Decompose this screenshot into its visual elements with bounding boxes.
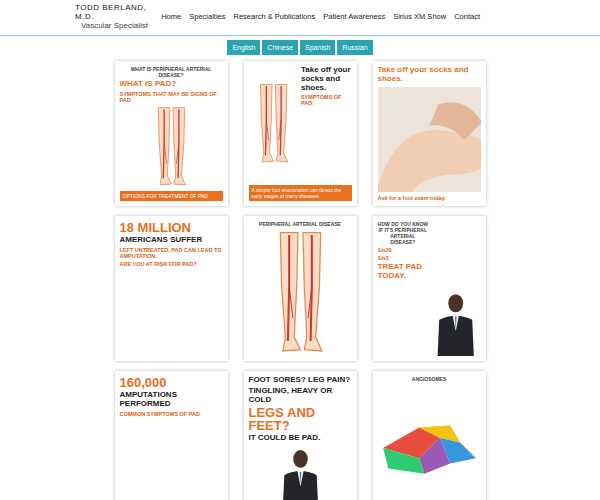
poster-texts: 160,000 AMPUTATIONS PERFORMED COMMON SYMPT… <box>120 376 223 417</box>
poster-card[interactable]: ANGIOSOMES <box>373 371 486 500</box>
poster-text: 160,000 <box>120 376 223 389</box>
poster-texts: Take off your socks and shoes. <box>378 66 481 84</box>
man-figure <box>249 446 352 500</box>
language-button[interactable]: Chinese <box>262 40 298 55</box>
poster-text: COMMON SYMPTOMS OF PAD <box>120 411 223 417</box>
man-photo-icon <box>249 446 352 500</box>
poster-text: AMERICANS SUFFER <box>120 236 223 245</box>
poster-text: 18 MILLION <box>120 221 223 234</box>
brand[interactable]: TODD BERLAND, M.D.Vascular Specialist <box>75 3 161 30</box>
poster-text: Take off your socks and shoes. <box>301 66 352 92</box>
poster-text: AMPUTATIONS PERFORMED <box>120 391 223 409</box>
poster-card[interactable]: Take off your socks and shoes. SYMPTOMS O… <box>244 61 357 206</box>
legs-icon <box>249 66 298 182</box>
poster-text: TREAT PAD TODAY. <box>378 263 429 281</box>
nav-item[interactable]: Specialties <box>189 12 225 21</box>
poster-card[interactable]: HOW DO YOU KNOW IF IT'S PERIPHERAL ARTER… <box>373 216 486 361</box>
page: TODD BERLAND, M.D.Vascular SpecialistHom… <box>0 0 600 500</box>
poster-card[interactable]: FOOT SORES? LEG PAIN? TINGLING, HEAVY OR … <box>244 371 357 500</box>
nav-item[interactable]: Patient Awareness <box>323 12 385 21</box>
poster-text: ARE YOU AT RISK FOR PAD? <box>120 261 223 267</box>
poster-text: HOW DO YOU KNOW IF IT'S PERIPHERAL ARTER… <box>378 221 429 245</box>
poster-texts: FOOT SORES? LEG PAIN? TINGLING, HEAVY OR … <box>249 376 352 443</box>
poster-footer-text: OPTIONS FOR TREATMENT OF PAD <box>120 191 223 201</box>
poster-text: LEFT UNTREATED, PAD CAN LEAD TO AMPUTATI… <box>120 247 223 259</box>
poster-text: IT COULD BE PAD. <box>249 434 352 443</box>
legs-figure <box>249 66 298 182</box>
poster-text: Take off your socks and shoes. <box>378 66 481 84</box>
foot-figure <box>378 385 481 500</box>
poster-card[interactable]: 160,000 AMPUTATIONS PERFORMED COMMON SYMPT… <box>115 371 228 500</box>
man-photo-icon <box>431 221 480 356</box>
main-nav: Home Specialties Research & Publications Pa… <box>161 12 480 21</box>
nav-item[interactable]: Research & Publications <box>233 12 315 21</box>
poster-footer-text: A simple foot examination can detect the… <box>249 185 352 201</box>
photo-figure <box>378 87 481 192</box>
poster-text: LEGS AND FEET? <box>249 406 352 432</box>
poster-footer-text: Ask for a foot exam today. <box>378 195 481 201</box>
poster-texts: PERIPHERAL ARTERIAL DISEASE <box>249 221 352 227</box>
legs-figure <box>120 106 223 188</box>
language-bar: EnglishChineseSpanishRussian <box>0 40 600 55</box>
angiosome-foot-icon <box>378 385 481 500</box>
legs-icon <box>249 230 352 356</box>
poster-card[interactable]: PERIPHERAL ARTERIAL DISEASE <box>244 216 357 361</box>
site-header: TODD BERLAND, M.D.Vascular SpecialistHom… <box>0 0 600 36</box>
poster-card[interactable]: WHAT IS PERIPHERAL ARTERIAL DISEASE? WHAT… <box>115 61 228 206</box>
poster-text: FOOT SORES? LEG PAIN? <box>249 376 352 385</box>
poster-texts: HOW DO YOU KNOW IF IT'S PERIPHERAL ARTER… <box>378 221 429 356</box>
poster-text: TINGLING, HEAVY OR COLD <box>249 387 352 405</box>
poster-text: 1in20 <box>378 247 429 253</box>
legs-icon <box>120 106 223 188</box>
foot-photo-icon <box>378 87 481 192</box>
poster-card[interactable]: Take off your socks and shoes. Ask for a … <box>373 61 486 206</box>
poster-text: 1in3 <box>378 255 429 261</box>
poster-texts: 18 MILLION AMERICANS SUFFER LEFT UNTREATED… <box>120 221 223 267</box>
poster-texts: Take off your socks and shoes. SYMPTOMS O… <box>301 66 352 182</box>
language-button[interactable]: Russian <box>337 40 372 55</box>
brand-name: TODD BERLAND, M.D. <box>75 3 161 21</box>
poster-texts: WHAT IS PERIPHERAL ARTERIAL DISEASE? WHAT… <box>120 66 223 103</box>
poster-text: ANGIOSOMES <box>378 376 481 382</box>
poster-text: SYMPTOMS THAT MAY BE SIGNS OF PAD <box>120 91 223 103</box>
poster-text: WHAT IS PERIPHERAL ARTERIAL DISEASE? <box>120 66 223 78</box>
poster-text: SYMPTOMS OF PAD: <box>301 94 352 106</box>
poster-grid: WHAT IS PERIPHERAL ARTERIAL DISEASE? WHAT… <box>0 61 600 500</box>
poster-text: WHAT IS PAD? <box>120 80 223 89</box>
man-figure <box>431 221 480 356</box>
nav-item[interactable]: Contact <box>454 12 480 21</box>
poster-text: PERIPHERAL ARTERIAL DISEASE <box>249 221 352 227</box>
language-button[interactable]: English <box>227 40 260 55</box>
poster-card[interactable]: 18 MILLION AMERICANS SUFFER LEFT UNTREATED… <box>115 216 228 361</box>
nav-item[interactable]: Sirius XM Show <box>393 12 446 21</box>
arteries-figure <box>249 230 352 356</box>
brand-subtitle: Vascular Specialist <box>75 21 161 30</box>
language-button[interactable]: Spanish <box>300 40 335 55</box>
poster-texts: ANGIOSOMES <box>378 376 481 382</box>
nav-item[interactable]: Home <box>161 12 181 21</box>
